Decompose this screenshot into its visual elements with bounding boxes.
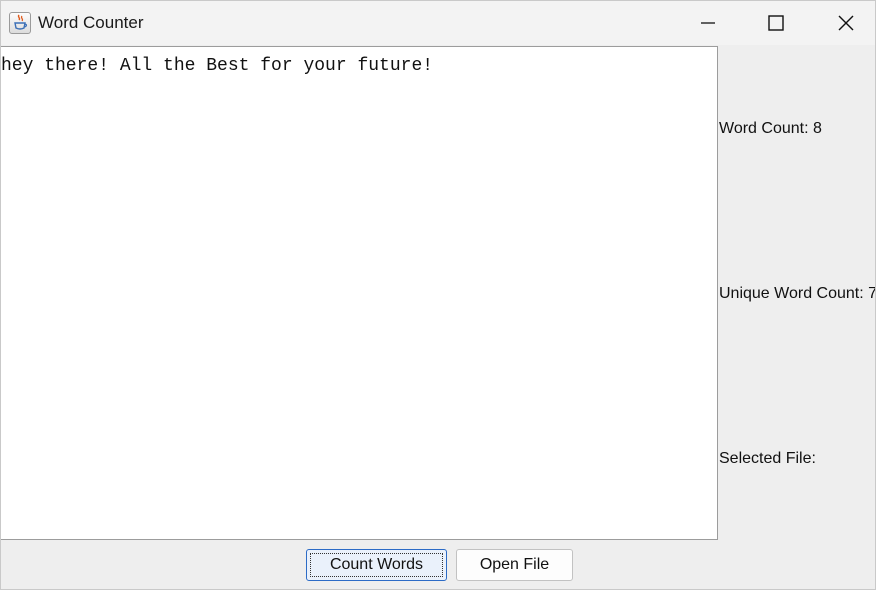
- title-bar[interactable]: Word Counter: [1, 1, 875, 45]
- minimize-button[interactable]: [673, 1, 743, 45]
- editor-text[interactable]: hey there! All the Best for your future!: [1, 56, 433, 76]
- unique-word-count-label: Unique Word Count: 7: [719, 285, 876, 302]
- maximize-button[interactable]: [741, 1, 811, 45]
- word-count-label: Word Count: 8: [719, 120, 822, 137]
- maximize-icon: [768, 15, 784, 31]
- window-title: Word Counter: [38, 13, 144, 32]
- close-button[interactable]: [811, 1, 875, 45]
- selected-file-label: Selected File:: [719, 450, 816, 467]
- count-words-button[interactable]: Count Words: [306, 549, 447, 581]
- open-file-button[interactable]: Open File: [456, 549, 573, 581]
- minimize-icon: [701, 22, 715, 24]
- close-icon: [838, 15, 854, 31]
- count-words-label: Count Words: [329, 556, 424, 573]
- java-cup-icon: [9, 12, 31, 34]
- open-file-label: Open File: [479, 556, 550, 573]
- app-window: Word Counter hey there! All the Best for…: [0, 0, 876, 590]
- text-editor[interactable]: hey there! All the Best for your future!: [1, 46, 718, 540]
